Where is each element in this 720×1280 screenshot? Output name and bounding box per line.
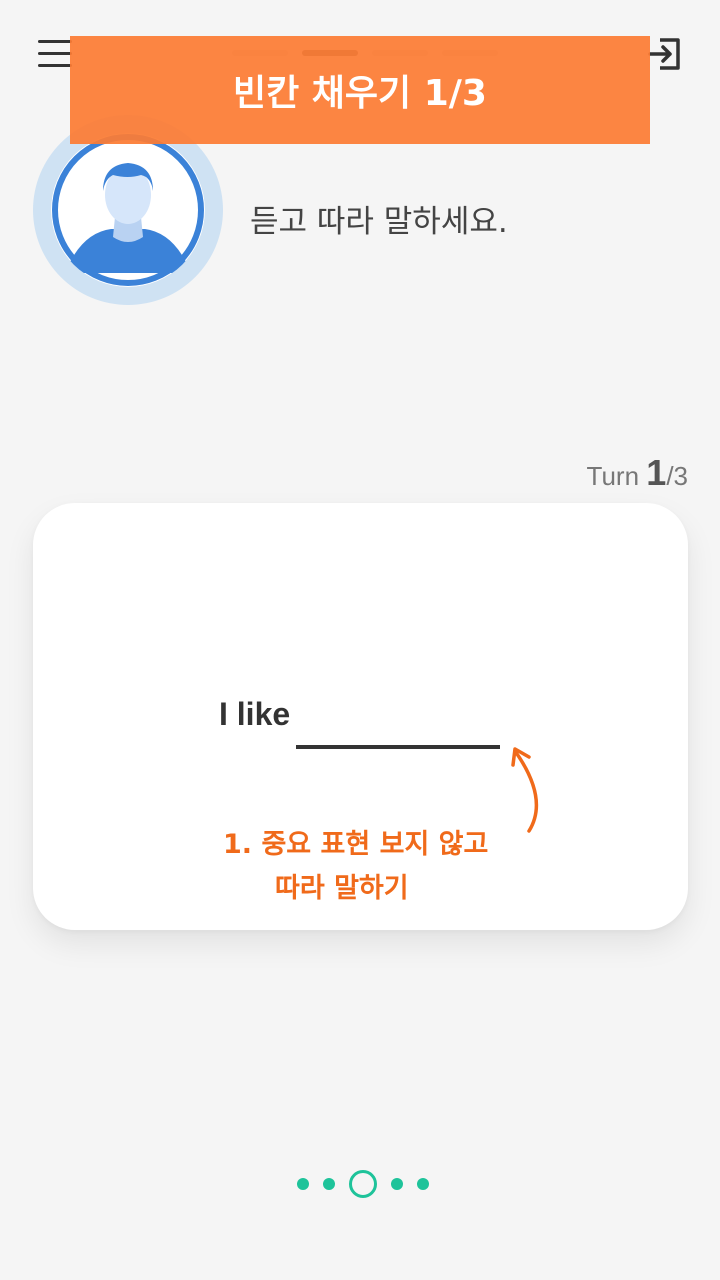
person-icon [51, 133, 205, 287]
page-dot[interactable] [417, 1178, 429, 1190]
page-dot[interactable] [297, 1178, 309, 1190]
hamburger-icon[interactable] [38, 40, 72, 70]
sentence-phrase: I like [219, 696, 291, 732]
sentence-card: I like 1. 중요 표현 보지 않고 따라 말하기 [33, 503, 688, 930]
page-dot[interactable] [323, 1178, 335, 1190]
curved-arrow-icon [511, 747, 539, 833]
hint-annotation: 1. 중요 표현 보지 않고 따라 말하기 [223, 823, 488, 911]
hint-line-1: 1. 중요 표현 보지 않고 [223, 829, 489, 860]
page-dot[interactable] [391, 1178, 403, 1190]
activity-title-banner: 빈칸 채우기 1/3 [70, 36, 650, 144]
page-dot-current[interactable] [349, 1170, 377, 1198]
turn-total: /3 [666, 461, 688, 491]
lesson-screen: 듣고 따라 말하세요. 빈칸 채우기 1/3 Turn 1/3 I like 1… [0, 0, 720, 1280]
instruction-text: 듣고 따라 말하세요. [250, 204, 508, 240]
turn-counter: Turn 1/3 [587, 452, 688, 494]
fill-in-blank [296, 745, 500, 749]
hint-line-2: 따라 말하기 [275, 873, 409, 904]
turn-current: 1 [646, 452, 667, 493]
exit-icon[interactable] [648, 36, 682, 72]
page-indicator [297, 1170, 429, 1198]
turn-label: Turn [586, 461, 640, 491]
